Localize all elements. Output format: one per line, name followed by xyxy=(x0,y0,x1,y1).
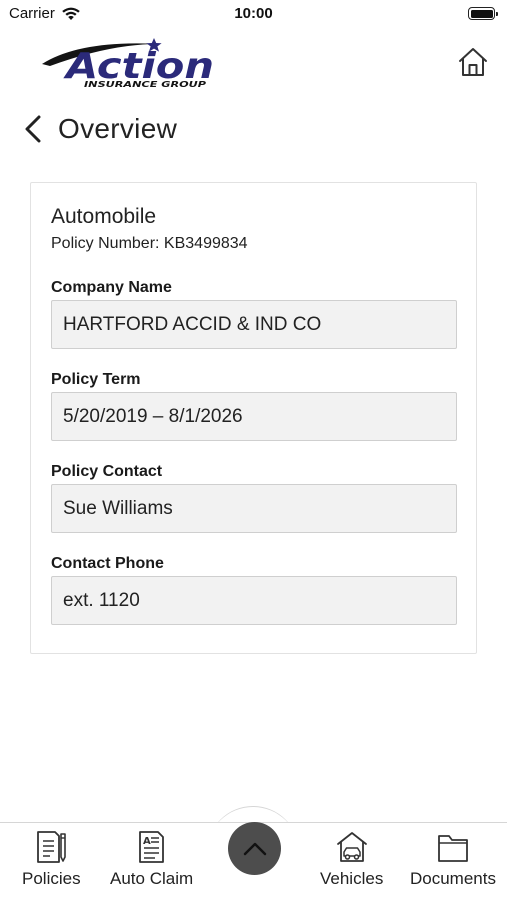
home-button[interactable] xyxy=(455,44,491,80)
tab-auto-claim[interactable]: A Auto Claim xyxy=(110,829,193,889)
page-title: Overview xyxy=(58,113,178,144)
tab-policies-label: Policies xyxy=(22,869,81,888)
page-header: Overview xyxy=(22,108,177,150)
policy-contact-label: Policy Contact xyxy=(51,463,163,480)
action-insurance-logo: Action INSURANCE GROUP xyxy=(42,38,214,89)
expand-menu-button[interactable] xyxy=(228,822,281,875)
tab-policies[interactable]: Policies xyxy=(22,829,81,889)
policy-number: Policy Number: KB3499834 xyxy=(51,235,248,252)
company-name-label: Company Name xyxy=(51,279,172,296)
policy-term-label: Policy Term xyxy=(51,371,141,388)
policies-icon xyxy=(37,831,67,863)
company-name-field: HARTFORD ACCID & IND CO xyxy=(51,300,457,349)
home-icon xyxy=(459,48,487,76)
svg-text:A: A xyxy=(143,836,151,847)
policy-type: Automobile xyxy=(51,205,157,228)
documents-icon xyxy=(438,835,468,862)
status-bar: Carrier 10:00 xyxy=(0,0,507,30)
policy-card: Automobile Policy Number: KB3499834 Comp… xyxy=(30,182,477,654)
tab-vehicles-label: Vehicles xyxy=(320,869,384,888)
vehicles-icon xyxy=(336,832,367,862)
logo-subtitle: INSURANCE GROUP xyxy=(84,80,206,89)
contact-phone-field: ext. 1120 xyxy=(51,576,457,625)
tab-auto-claim-label: Auto Claim xyxy=(110,869,194,888)
status-time: 10:00 xyxy=(234,5,273,22)
policy-contact-field: Sue Williams xyxy=(51,484,457,533)
policy-term-field: 5/20/2019 – 8/1/2026 xyxy=(51,392,457,441)
chevron-up-icon xyxy=(243,842,266,855)
auto-claim-icon: A xyxy=(138,831,164,863)
chevron-left-icon[interactable] xyxy=(22,114,44,144)
tab-vehicles[interactable]: Vehicles xyxy=(320,829,383,889)
contact-phone-label: Contact Phone xyxy=(51,555,164,572)
tab-documents[interactable]: Documents xyxy=(410,829,496,889)
tab-documents-label: Documents xyxy=(410,869,496,888)
battery-icon xyxy=(468,7,498,20)
